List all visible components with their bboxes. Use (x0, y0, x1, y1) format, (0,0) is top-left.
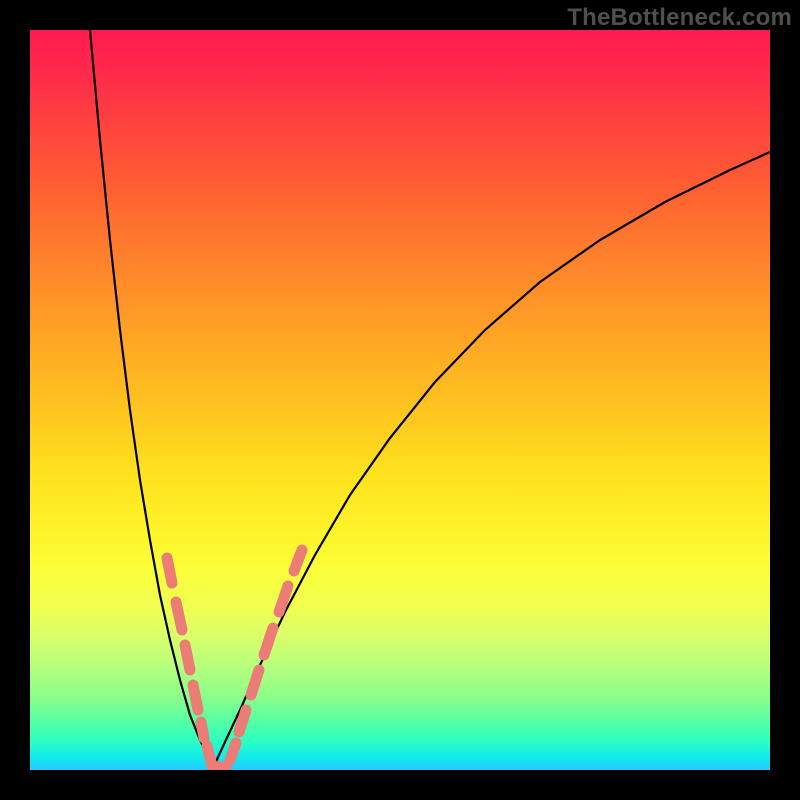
dash-segment (264, 628, 273, 655)
bottleneck-curve-right (213, 152, 770, 768)
dash-segment (207, 746, 211, 762)
dash-segment (185, 645, 190, 670)
dash-segment (230, 743, 236, 760)
chart-frame: TheBottleneck.com (0, 0, 800, 800)
plot-area (30, 30, 770, 770)
watermark-text: TheBottleneck.com (567, 4, 792, 32)
dash-segment (294, 550, 302, 571)
dash-segment (239, 710, 246, 732)
dash-segment (176, 602, 182, 630)
curve-layer (30, 30, 770, 770)
dash-segment (167, 558, 172, 583)
data-point-dashes (167, 550, 302, 767)
dash-segment (251, 670, 259, 695)
dash-segment (201, 722, 204, 738)
dash-segment (193, 685, 198, 710)
bottleneck-curve-left (90, 30, 213, 768)
